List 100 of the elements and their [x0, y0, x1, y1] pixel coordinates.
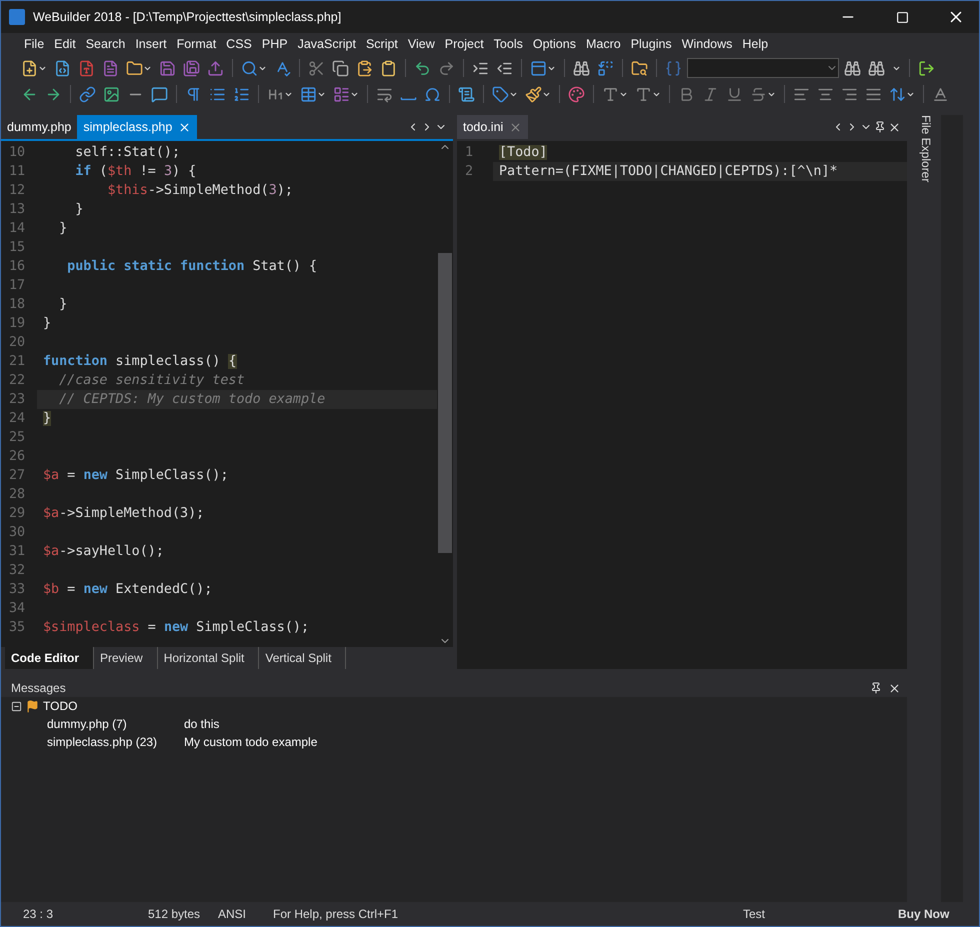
menu-item[interactable]: Help: [737, 37, 774, 51]
omega-icon[interactable]: [424, 86, 441, 102]
underline-icon[interactable]: [726, 86, 743, 102]
dropdown-field[interactable]: [687, 58, 839, 78]
line-number: 27: [8, 467, 26, 485]
text-color-icon[interactable]: [932, 86, 949, 102]
numbered-list-icon[interactable]: [233, 86, 250, 102]
cut-icon[interactable]: [308, 60, 325, 76]
folder-search-icon[interactable]: [631, 60, 648, 76]
undo-icon[interactable]: [414, 60, 431, 76]
menu-item[interactable]: Edit: [49, 37, 81, 51]
code-line: }: [58, 220, 68, 238]
code-line: $simpleclass = new SimpleClass();: [42, 619, 310, 637]
folder-icon[interactable]: [126, 60, 143, 76]
menu-item[interactable]: File: [19, 37, 50, 51]
collapse-icon[interactable]: [11, 700, 22, 712]
binoculars-icon[interactable]: [844, 60, 861, 76]
buy-now-link[interactable]: Buy Now: [876, 907, 956, 921]
font-size-icon[interactable]: [602, 86, 619, 102]
brush-icon[interactable]: [525, 86, 542, 102]
tree-item[interactable]: TODO: [43, 699, 78, 713]
document-icon[interactable]: [78, 60, 95, 76]
menu-item[interactable]: Project: [440, 37, 489, 51]
new-file-icon[interactable]: [21, 60, 38, 76]
tag-icon[interactable]: [492, 86, 509, 102]
file-tab[interactable]: dummy.php: [1, 115, 78, 139]
line-number: 12: [8, 182, 26, 200]
comment-icon[interactable]: [151, 86, 168, 102]
code-line: $a->sayHello();: [42, 543, 165, 561]
menu-item[interactable]: JavaScript: [292, 37, 361, 51]
upload-icon[interactable]: [207, 60, 224, 76]
menu-item[interactable]: Windows: [676, 37, 738, 51]
menu-item[interactable]: Script: [360, 37, 403, 51]
menu-item[interactable]: Insert: [130, 37, 172, 51]
window-layout-icon[interactable]: [530, 60, 547, 76]
pin-icon[interactable]: [874, 121, 886, 133]
line-number: 23: [8, 391, 26, 409]
redo-icon[interactable]: [438, 60, 455, 76]
binoculars-icon[interactable]: [868, 60, 885, 76]
menu-item[interactable]: CSS: [221, 37, 257, 51]
link-icon[interactable]: [79, 86, 96, 102]
line-spacing-icon[interactable]: [889, 86, 906, 102]
export-icon[interactable]: [918, 60, 935, 76]
code-line: }: [42, 315, 52, 333]
line-number: 14: [8, 220, 26, 238]
file-tab[interactable]: simpleclass.php: [77, 115, 198, 139]
menu-item[interactable]: Format: [172, 37, 222, 51]
app-logo-icon: [9, 9, 25, 25]
save-all-icon[interactable]: [183, 60, 200, 76]
paragraph-icon[interactable]: [185, 86, 202, 102]
braces-icon[interactable]: [665, 60, 682, 76]
table-icon[interactable]: [300, 86, 317, 102]
menu-item[interactable]: Tools: [488, 37, 528, 51]
line-number: 22: [8, 372, 26, 390]
save-icon[interactable]: [159, 60, 176, 76]
line-number: 10: [8, 144, 26, 162]
menu-item[interactable]: View: [402, 37, 440, 51]
line-number: 13: [8, 201, 26, 219]
file-icon[interactable]: [102, 60, 119, 76]
view-tab[interactable]: Horizontal Split: [158, 647, 260, 669]
line-number: 17: [8, 277, 26, 295]
file-tab[interactable]: todo.ini: [457, 115, 528, 139]
clipboard-icon[interactable]: [380, 60, 397, 76]
palette-icon[interactable]: [568, 86, 585, 102]
code-line: }: [58, 296, 68, 314]
code-line: }: [74, 201, 84, 219]
menu-item[interactable]: Macro: [580, 37, 626, 51]
italic-icon[interactable]: [702, 86, 719, 102]
code-line: if ($th != 3) {: [74, 163, 198, 181]
code-line: $b = new ExtendedC();: [42, 581, 214, 599]
search-icon[interactable]: [241, 60, 258, 76]
line-number: 19: [8, 315, 26, 333]
view-tab[interactable]: Code Editor: [5, 647, 94, 669]
font-icon[interactable]: [635, 86, 652, 102]
line-number: 29: [8, 505, 26, 523]
message-file[interactable]: dummy.php (7): [47, 717, 184, 731]
close-icon[interactable]: [888, 682, 901, 694]
binoculars-icon[interactable]: [573, 60, 590, 76]
line-number: 35: [8, 619, 26, 637]
menu-item[interactable]: Options: [528, 37, 581, 51]
line-number: 24: [8, 410, 26, 428]
line-number: 26: [8, 448, 26, 466]
menu-item[interactable]: Plugins: [626, 37, 677, 51]
line-number: 32: [8, 562, 26, 580]
close-icon[interactable]: [888, 120, 901, 134]
paste-icon[interactable]: [356, 60, 373, 76]
image-icon[interactable]: [103, 86, 120, 102]
panel-title: Messages: [11, 681, 67, 695]
line-number: 30: [8, 524, 26, 542]
message-file[interactable]: simpleclass.php (23): [47, 735, 184, 749]
code-line: $a->SimpleMethod(3);: [42, 505, 206, 523]
pin-icon[interactable]: [870, 682, 882, 694]
maximize-icon[interactable]: [896, 10, 908, 24]
code-file-icon[interactable]: [54, 60, 71, 76]
copy-icon[interactable]: [332, 60, 349, 76]
menu-item[interactable]: PHP: [256, 37, 293, 51]
line-number: 34: [8, 600, 26, 618]
menu-item[interactable]: Search: [80, 37, 130, 51]
replace-icon[interactable]: [597, 60, 614, 76]
scroll-icon[interactable]: [458, 86, 475, 102]
